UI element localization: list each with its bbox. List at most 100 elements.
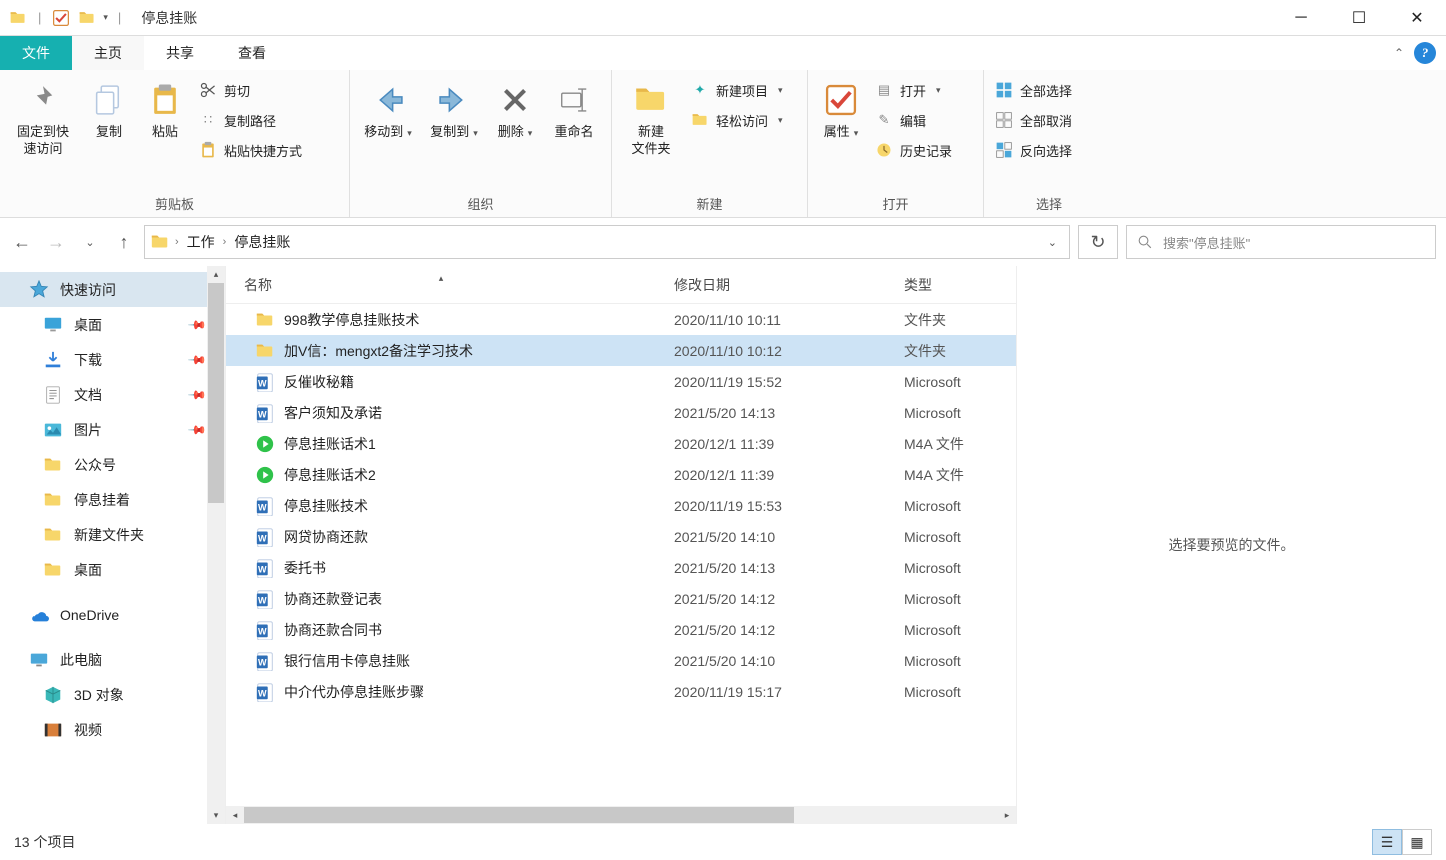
file-row[interactable]: 银行信用卡停息挂账2021/5/20 14:10Microsoft <box>226 645 1016 676</box>
sidebar-this-pc[interactable]: 此电脑 <box>0 642 225 677</box>
sidebar-quick-access[interactable]: 快速访问 <box>0 272 225 307</box>
paste-shortcut-button[interactable]: 粘贴快捷方式 <box>198 140 302 160</box>
word-icon <box>254 495 276 517</box>
help-icon[interactable]: ? <box>1414 42 1436 64</box>
sidebar-folder[interactable]: 公众号 <box>0 447 225 482</box>
view-icons-button[interactable]: ▦ <box>1402 829 1432 855</box>
file-row[interactable]: 停息挂账技术2020/11/19 15:53Microsoft <box>226 490 1016 521</box>
file-name: 中介代办停息挂账步骤 <box>284 682 424 702</box>
group-select-label: 选择 <box>992 190 1106 215</box>
properties-button[interactable]: 属性 <box>816 76 866 145</box>
file-row[interactable]: 加V信：mengxt2备注学习技术2020/11/10 10:12文件夹 <box>226 335 1016 366</box>
file-row[interactable]: 客户须知及承诺2021/5/20 14:13Microsoft <box>226 397 1016 428</box>
refresh-button[interactable]: ↻ <box>1078 225 1118 259</box>
col-type[interactable]: 类型 <box>886 275 1006 295</box>
file-name: 协商还款合同书 <box>284 620 382 640</box>
file-row[interactable]: 停息挂账话术22020/12/1 11:39M4A 文件 <box>226 459 1016 490</box>
file-row[interactable]: 委托书2021/5/20 14:13Microsoft <box>226 552 1016 583</box>
select-invert-button[interactable]: 反向选择 <box>994 140 1072 160</box>
move-to-button[interactable]: 移动到 <box>358 76 418 145</box>
sidebar-videos[interactable]: 视频 <box>0 712 225 747</box>
file-row[interactable]: 协商还款合同书2021/5/20 14:12Microsoft <box>226 614 1016 645</box>
breadcrumb-sep[interactable]: › <box>223 236 227 248</box>
ribbon-tabs: 文件 主页 共享 查看 ⌃ ? <box>0 36 1446 70</box>
column-headers: ▴名称 修改日期 类型 <box>226 266 1016 304</box>
open-button[interactable]: ▤打开 <box>874 80 952 100</box>
breadcrumb-sep[interactable]: › <box>175 236 179 248</box>
address-bar[interactable]: › 工作 › 停息挂账 ⌄ <box>144 225 1070 259</box>
cut-button[interactable]: 剪切 <box>198 80 302 100</box>
qat-folder-icon[interactable] <box>77 8 97 28</box>
copy-button[interactable]: 复制 <box>84 76 134 145</box>
minimize-button[interactable]: ─ <box>1272 0 1330 36</box>
view-details-button[interactable]: ☰ <box>1372 829 1402 855</box>
sidebar-folder[interactable]: 新建文件夹 <box>0 517 225 552</box>
col-date[interactable]: 修改日期 <box>656 275 886 295</box>
search-input[interactable]: 搜索"停息挂账" <box>1126 225 1436 259</box>
file-date: 2020/11/19 15:17 <box>656 684 886 700</box>
word-icon <box>254 619 276 641</box>
pin-icon: 📌 <box>187 419 207 439</box>
sidebar-documents[interactable]: 文档📌 <box>0 377 225 412</box>
file-row[interactable]: 协商还款登记表2021/5/20 14:12Microsoft <box>226 583 1016 614</box>
maximize-button[interactable]: ☐ <box>1330 0 1388 36</box>
history-button[interactable]: 历史记录 <box>874 140 952 160</box>
sidebar-scrollbar[interactable]: ▴▾ <box>207 266 225 824</box>
file-name: 停息挂账技术 <box>284 496 368 516</box>
file-row[interactable]: 停息挂账话术12020/12/1 11:39M4A 文件 <box>226 428 1016 459</box>
address-dropdown-icon[interactable]: ⌄ <box>1040 236 1065 249</box>
group-clipboard-label: 剪贴板 <box>8 190 341 215</box>
nav-back-button[interactable]: ← <box>10 232 34 253</box>
sidebar-downloads[interactable]: 下载📌 <box>0 342 225 377</box>
navbar: ← → ⌄ ↑ › 工作 › 停息挂账 ⌄ ↻ 搜索"停息挂账" <box>0 218 1446 266</box>
sidebar-desktop[interactable]: 桌面📌 <box>0 307 225 342</box>
nav-recent-dropdown[interactable]: ⌄ <box>78 236 102 249</box>
new-item-button[interactable]: ✦新建项目 <box>690 80 783 100</box>
tab-file[interactable]: 文件 <box>0 36 72 70</box>
copy-to-button[interactable]: 复制到 <box>424 76 484 145</box>
tab-share[interactable]: 共享 <box>144 36 216 70</box>
qat-sep: | <box>34 10 45 25</box>
edit-button[interactable]: ✎编辑 <box>874 110 952 130</box>
file-row[interactable]: 中介代办停息挂账步骤2020/11/19 15:17Microsoft <box>226 676 1016 707</box>
breadcrumb-seg2[interactable]: 停息挂账 <box>230 232 294 252</box>
close-button[interactable]: ✕ <box>1388 0 1446 36</box>
nav-up-button[interactable]: ↑ <box>112 232 136 253</box>
rename-button[interactable]: 重命名 <box>546 76 602 145</box>
paste-button[interactable]: 粘贴 <box>140 76 190 145</box>
sidebar-pictures[interactable]: 图片📌 <box>0 412 225 447</box>
select-none-button[interactable]: 全部取消 <box>994 110 1072 130</box>
delete-button[interactable]: 删除 <box>490 76 540 145</box>
file-name: 停息挂账话术2 <box>284 465 376 485</box>
tab-view[interactable]: 查看 <box>216 36 288 70</box>
pin-quickaccess-label: 固定到快 速访问 <box>17 124 69 158</box>
tab-home[interactable]: 主页 <box>72 36 144 70</box>
sidebar-folder[interactable]: 桌面 <box>0 552 225 587</box>
sidebar-3d-objects[interactable]: 3D 对象 <box>0 677 225 712</box>
horizontal-scrollbar[interactable]: ◂▸ <box>226 806 1016 824</box>
file-type: 文件夹 <box>886 341 1006 361</box>
breadcrumb-seg1[interactable]: 工作 <box>183 232 219 252</box>
item-count: 13 个项目 <box>14 832 75 852</box>
sidebar-onedrive[interactable]: OneDrive <box>0 597 225 632</box>
new-folder-button[interactable]: 新建 文件夹 <box>620 76 682 162</box>
qat-check-icon[interactable] <box>51 8 71 28</box>
select-all-button[interactable]: 全部选择 <box>994 80 1072 100</box>
file-row[interactable]: 网贷协商还款2021/5/20 14:10Microsoft <box>226 521 1016 552</box>
file-name: 银行信用卡停息挂账 <box>284 651 410 671</box>
pin-quickaccess-button[interactable]: 固定到快 速访问 <box>8 76 78 162</box>
nav-forward-button[interactable]: → <box>44 232 68 253</box>
preview-hint: 选择要预览的文件。 <box>1169 535 1295 555</box>
folder-icon <box>254 309 276 331</box>
ribbon-collapse-icon[interactable]: ⌃ <box>1394 46 1404 60</box>
file-date: 2020/11/10 10:11 <box>656 312 886 328</box>
qat-dropdown-icon[interactable]: ▾ <box>103 12 108 23</box>
file-row[interactable]: 998教学停息挂账技术2020/11/10 10:11文件夹 <box>226 304 1016 335</box>
copy-path-button[interactable]: ∷复制路径 <box>198 110 302 130</box>
col-name[interactable]: ▴名称 <box>226 275 656 295</box>
easy-access-button[interactable]: 轻松访问 <box>690 110 783 130</box>
sidebar-folder[interactable]: 停息挂着 <box>0 482 225 517</box>
file-row[interactable]: 反催收秘籍2020/11/19 15:52Microsoft <box>226 366 1016 397</box>
file-type: Microsoft <box>886 374 1006 390</box>
file-date: 2020/12/1 11:39 <box>656 467 886 483</box>
